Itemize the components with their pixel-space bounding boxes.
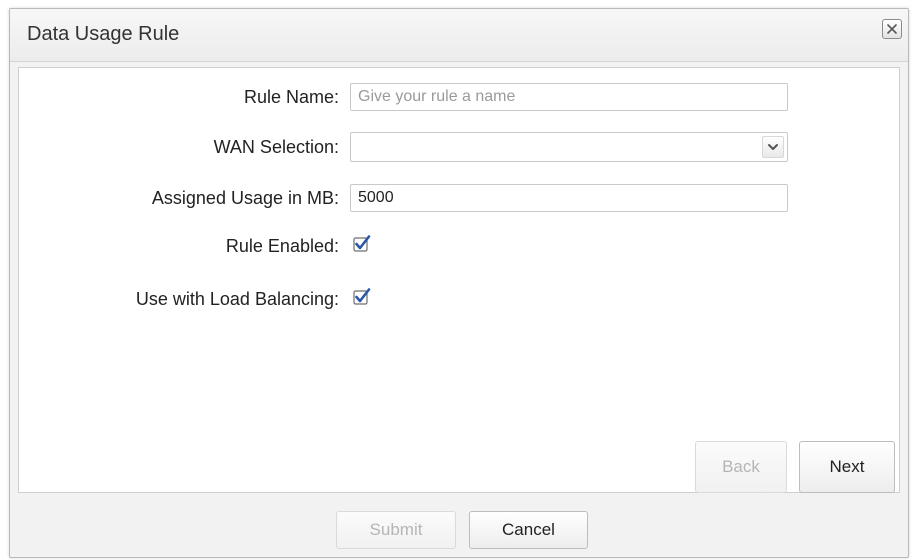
- data-usage-rule-dialog: Data Usage Rule Rule Name: WAN Selection…: [9, 8, 909, 558]
- dialog-titlebar: Data Usage Rule: [10, 9, 908, 62]
- form-panel: Rule Name: WAN Selection: Assigned Usage…: [18, 67, 900, 493]
- dialog-title: Data Usage Rule: [27, 23, 180, 45]
- rule-enabled-label: Rule Enabled:: [225, 236, 339, 256]
- submit-button[interactable]: Submit: [336, 511, 456, 549]
- chevron-down-icon: [768, 144, 778, 150]
- dropdown-button[interactable]: [762, 136, 784, 158]
- next-button[interactable]: Next: [799, 441, 895, 493]
- rule-enabled-checkbox[interactable]: [352, 234, 372, 254]
- assigned-usage-input[interactable]: [350, 184, 788, 212]
- wan-selection-select[interactable]: [350, 132, 788, 162]
- load-balancing-checkbox[interactable]: [352, 287, 372, 307]
- rule-name-input[interactable]: [350, 83, 788, 111]
- back-button[interactable]: Back: [695, 441, 787, 493]
- wan-selection-label: WAN Selection:: [213, 137, 339, 157]
- rule-name-label: Rule Name:: [243, 87, 339, 107]
- load-balancing-label: Use with Load Balancing:: [135, 289, 339, 309]
- assigned-usage-label: Assigned Usage in MB:: [151, 188, 339, 208]
- cancel-button[interactable]: Cancel: [469, 511, 588, 549]
- close-icon: [887, 24, 897, 34]
- close-button[interactable]: [882, 19, 902, 39]
- checkmark-icon: [353, 235, 371, 252]
- checkmark-icon: [353, 288, 371, 305]
